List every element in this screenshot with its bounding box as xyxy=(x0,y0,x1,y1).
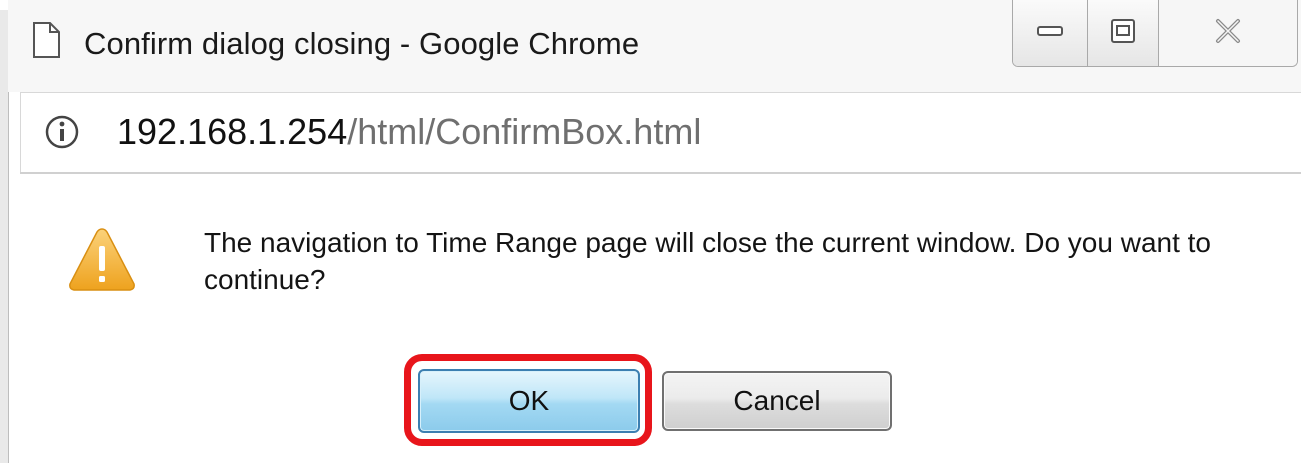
chrome-popup-window: Confirm dialog closing - Google Chrome 1… xyxy=(0,0,1301,463)
close-icon xyxy=(1215,18,1241,49)
cancel-button[interactable]: Cancel xyxy=(662,371,892,431)
dialog-message: The navigation to Time Range page will c… xyxy=(204,227,1212,295)
info-icon[interactable] xyxy=(43,113,81,156)
maximize-button[interactable] xyxy=(1088,0,1159,66)
page-icon xyxy=(32,22,60,58)
window-controls xyxy=(1012,0,1298,67)
warning-icon xyxy=(68,226,136,292)
minimize-icon xyxy=(1037,24,1063,43)
dialog-content: The navigation to Time Range page will c… xyxy=(20,174,1301,463)
url-path: /html/ConfirmBox.html xyxy=(347,111,702,152)
close-button[interactable] xyxy=(1159,0,1297,66)
maximize-icon xyxy=(1111,18,1135,48)
ok-button[interactable]: OK xyxy=(418,369,640,433)
address-bar[interactable]: 192.168.1.254/html/ConfirmBox.html xyxy=(20,92,1301,173)
url-text[interactable]: 192.168.1.254/html/ConfirmBox.html xyxy=(117,111,701,153)
url-host: 192.168.1.254 xyxy=(117,111,348,152)
minimize-button[interactable] xyxy=(1013,0,1088,66)
window-title: Confirm dialog closing - Google Chrome xyxy=(84,26,640,61)
title-bar: Confirm dialog closing - Google Chrome xyxy=(8,0,1301,92)
